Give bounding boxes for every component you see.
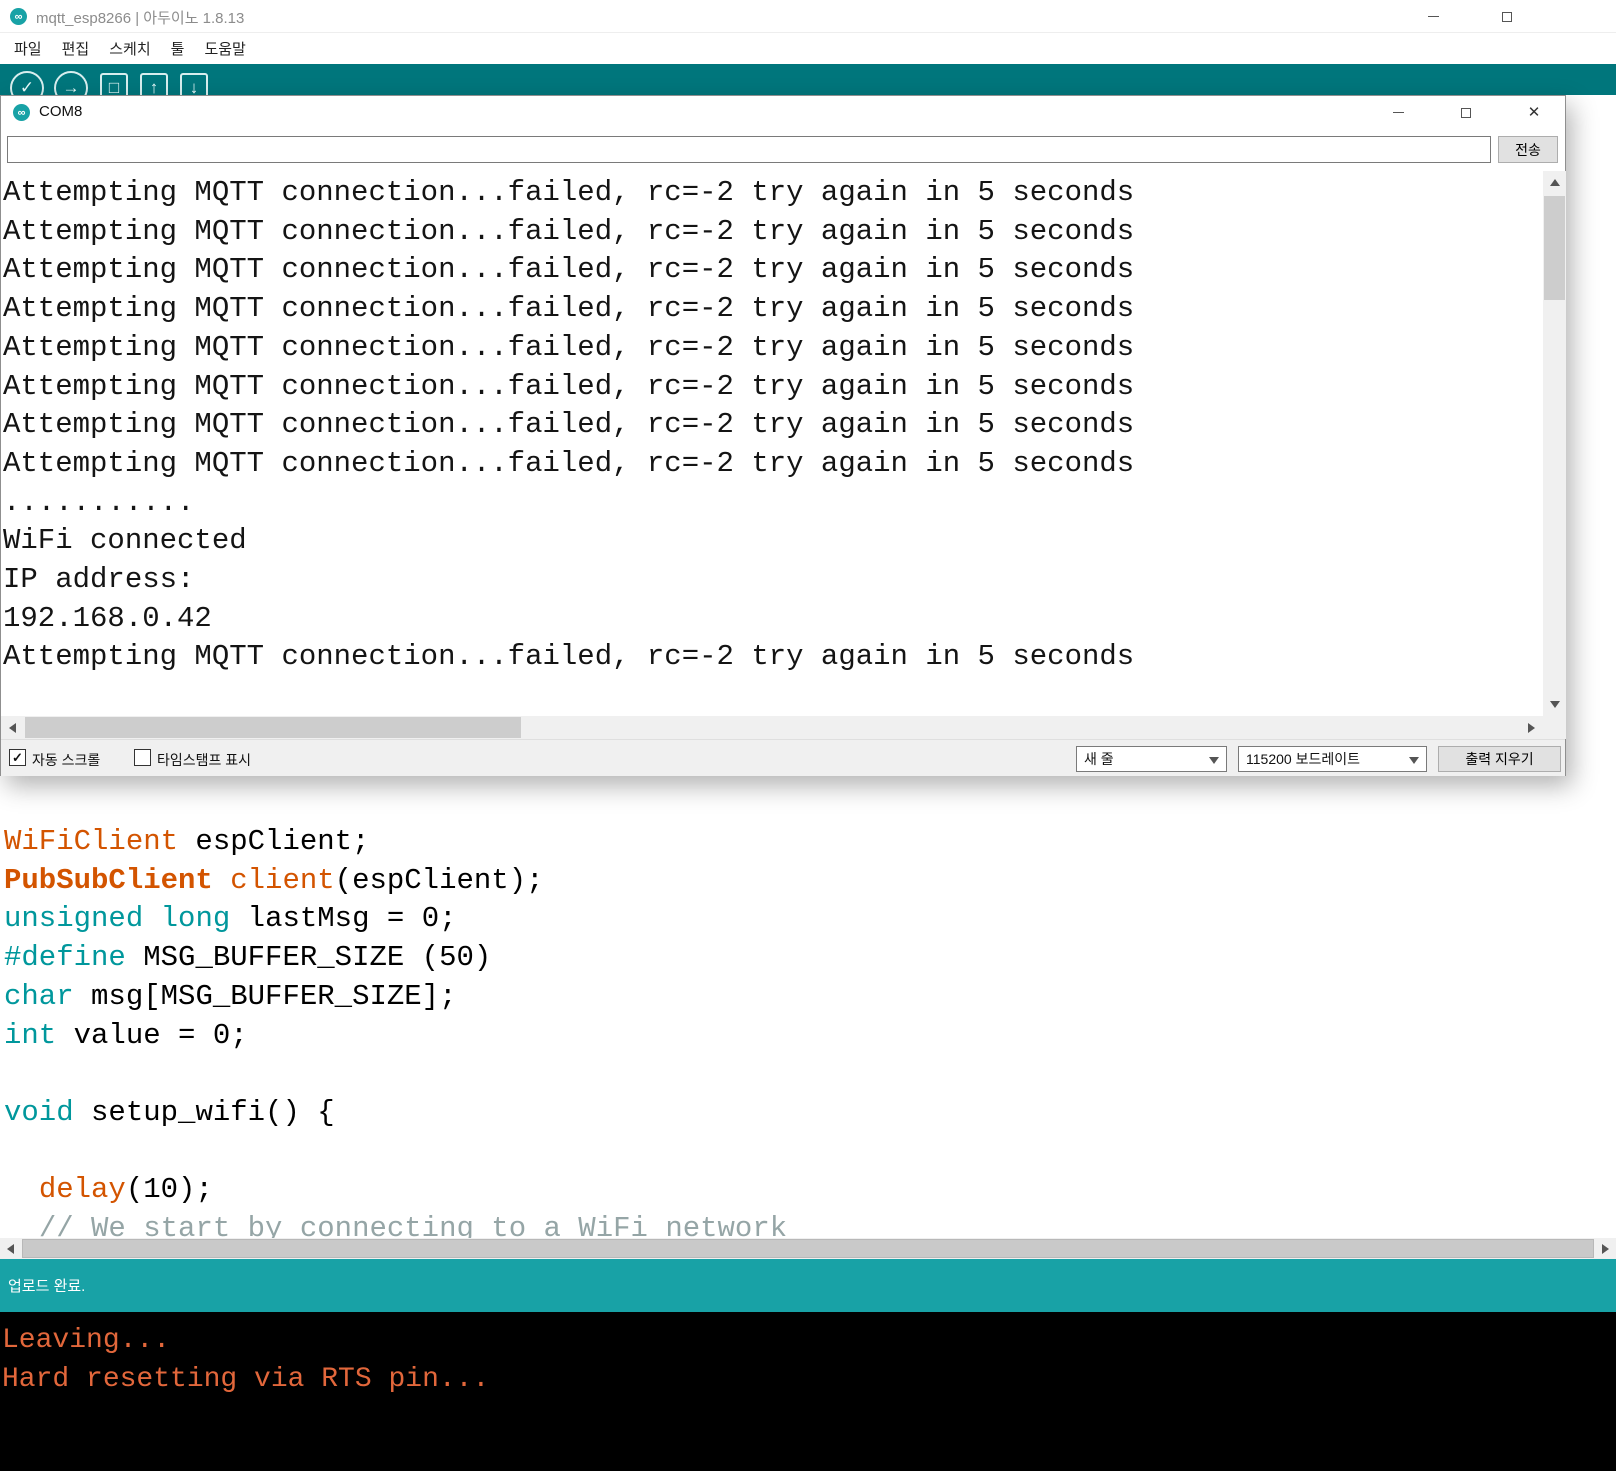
serial-line: Attempting MQTT connection...failed, rc=… bbox=[3, 369, 1135, 403]
serial-line: Attempting MQTT connection...failed, rc=… bbox=[3, 176, 1135, 209]
ide-maximize-button[interactable] bbox=[1486, 0, 1528, 33]
serial-send-input[interactable] bbox=[7, 136, 1491, 163]
ide-titlebar: ∞ mqtt_esp8266 | 아두이노 1.8.13 bbox=[0, 0, 1616, 33]
console-line: Hard resetting via RTS pin... bbox=[2, 1363, 490, 1395]
ide-minimize-button[interactable] bbox=[1412, 0, 1454, 33]
console-line: Leaving... bbox=[2, 1325, 171, 1356]
serial-close-button[interactable]: ✕ bbox=[1511, 96, 1557, 129]
scroll-right-icon[interactable] bbox=[1520, 716, 1543, 739]
serial-line: Attempting MQTT connection...failed, rc=… bbox=[3, 446, 1135, 480]
ide-console-output[interactable]: Leaving... Hard resetting via RTS pin... bbox=[0, 1312, 1616, 1471]
clear-output-button[interactable]: 출력 지우기 bbox=[1438, 746, 1561, 772]
upload-button-icon[interactable]: → bbox=[54, 71, 88, 95]
serial-titlebar[interactable]: ∞ COM8 ✕ bbox=[1, 96, 1565, 129]
serial-input-row: 전송 bbox=[1, 129, 1565, 171]
scrollbar-corner bbox=[1543, 716, 1566, 739]
code-line: char msg[MSG_BUFFER_SIZE]; bbox=[4, 979, 457, 1013]
arduino-logo-icon: ∞ bbox=[10, 8, 27, 25]
serial-line: WiFi connected bbox=[3, 524, 247, 558]
serial-send-button[interactable]: 전송 bbox=[1498, 136, 1558, 163]
serial-line: Attempting MQTT connection...failed, rc=… bbox=[3, 253, 1135, 287]
code-line: WiFiClient espClient; bbox=[4, 825, 370, 858]
serial-line: IP address: bbox=[3, 563, 195, 597]
serial-vertical-scrollbar[interactable] bbox=[1543, 171, 1566, 716]
serial-line: 192.168.0.42 bbox=[3, 601, 212, 635]
chevron-down-icon bbox=[1209, 757, 1219, 764]
code-line: void setup_wifi() { bbox=[4, 1095, 335, 1129]
scroll-up-icon[interactable] bbox=[1543, 171, 1566, 194]
menu-edit[interactable]: 편집 bbox=[52, 34, 100, 63]
code-editor[interactable]: WiFiClient espClient; PubSubClient client… bbox=[0, 776, 1616, 1238]
ide-window-title: mqtt_esp8266 | 아두이노 1.8.13 bbox=[36, 10, 245, 27]
menu-file[interactable]: 파일 bbox=[4, 34, 52, 63]
ide-menubar: 파일 편집 스케치 툴 도움말 bbox=[0, 33, 1616, 64]
arduino-logo-icon: ∞ bbox=[13, 104, 30, 121]
ide-statusbar: 업로드 완료. bbox=[0, 1259, 1616, 1312]
code-line: PubSubClient client(espClient); bbox=[4, 863, 544, 897]
serial-output[interactable]: Attempting MQTT connection...failed, rc=… bbox=[1, 171, 1543, 716]
chevron-down-icon bbox=[1409, 757, 1419, 764]
line-ending-value: 새 줄 bbox=[1084, 751, 1114, 767]
ide-toolbar: ✓ → □ ↑ ↓ bbox=[0, 64, 1616, 95]
scroll-left-icon[interactable] bbox=[1, 716, 24, 739]
serial-horizontal-scrollbar[interactable] bbox=[1, 716, 1543, 739]
baud-rate-select[interactable]: 115200 보드레이트 bbox=[1238, 746, 1427, 772]
scroll-down-icon[interactable] bbox=[1543, 693, 1566, 716]
code-line: int value = 0; bbox=[4, 1018, 248, 1052]
code-line: unsigned long lastMsg = 0; bbox=[4, 902, 457, 936]
line-ending-select[interactable]: 새 줄 bbox=[1076, 746, 1227, 772]
serial-vscroll-thumb[interactable] bbox=[1544, 196, 1565, 300]
verify-button-icon[interactable]: ✓ bbox=[10, 71, 44, 95]
serial-hscroll-thumb[interactable] bbox=[25, 717, 521, 738]
scroll-right-icon[interactable] bbox=[1595, 1238, 1616, 1259]
baud-rate-value: 115200 보드레이트 bbox=[1246, 751, 1360, 767]
code-line: #define MSG_BUFFER_SIZE (50) bbox=[4, 941, 492, 975]
serial-line: ........... bbox=[3, 485, 195, 519]
menu-sketch[interactable]: 스케치 bbox=[99, 34, 160, 63]
autoscroll-checkbox[interactable] bbox=[9, 749, 26, 766]
timestamp-label: 타임스탬프 표시 bbox=[157, 752, 252, 768]
serial-maximize-button[interactable] bbox=[1443, 96, 1489, 129]
menu-help[interactable]: 도움말 bbox=[194, 34, 255, 63]
save-sketch-button-icon[interactable]: ↓ bbox=[180, 73, 208, 95]
code-line: // We start by connecting to a WiFi netw… bbox=[38, 1212, 788, 1238]
new-sketch-button-icon[interactable]: □ bbox=[100, 73, 128, 95]
code-line: delay(10); bbox=[38, 1173, 213, 1207]
serial-line: Attempting MQTT connection...failed, rc=… bbox=[3, 330, 1135, 364]
open-sketch-button-icon[interactable]: ↑ bbox=[140, 73, 168, 95]
serial-monitor-window: ∞ COM8 ✕ 전송 Attempting MQTT connection..… bbox=[0, 95, 1566, 776]
status-message: 업로드 완료. bbox=[8, 1278, 86, 1295]
autoscroll-label: 자동 스크롤 bbox=[32, 752, 101, 768]
serial-line: Attempting MQTT connection...failed, rc=… bbox=[3, 640, 1135, 674]
serial-window-title: COM8 bbox=[39, 103, 83, 120]
ide-hscroll-thumb[interactable] bbox=[22, 1239, 1594, 1258]
timestamp-checkbox[interactable] bbox=[134, 749, 151, 766]
scroll-left-icon[interactable] bbox=[0, 1238, 21, 1259]
menu-tools[interactable]: 툴 bbox=[161, 34, 195, 63]
serial-minimize-button[interactable] bbox=[1375, 96, 1421, 129]
serial-line: Attempting MQTT connection...failed, rc=… bbox=[3, 408, 1135, 442]
ide-horizontal-scrollbar[interactable] bbox=[0, 1238, 1616, 1259]
serial-line: Attempting MQTT connection...failed, rc=… bbox=[3, 214, 1135, 248]
serial-line: Attempting MQTT connection...failed, rc=… bbox=[3, 292, 1135, 326]
serial-options-bar: 자동 스크롤 타임스탬프 표시 새 줄 115200 보드레이트 출력 지우기 bbox=[1, 739, 1565, 776]
